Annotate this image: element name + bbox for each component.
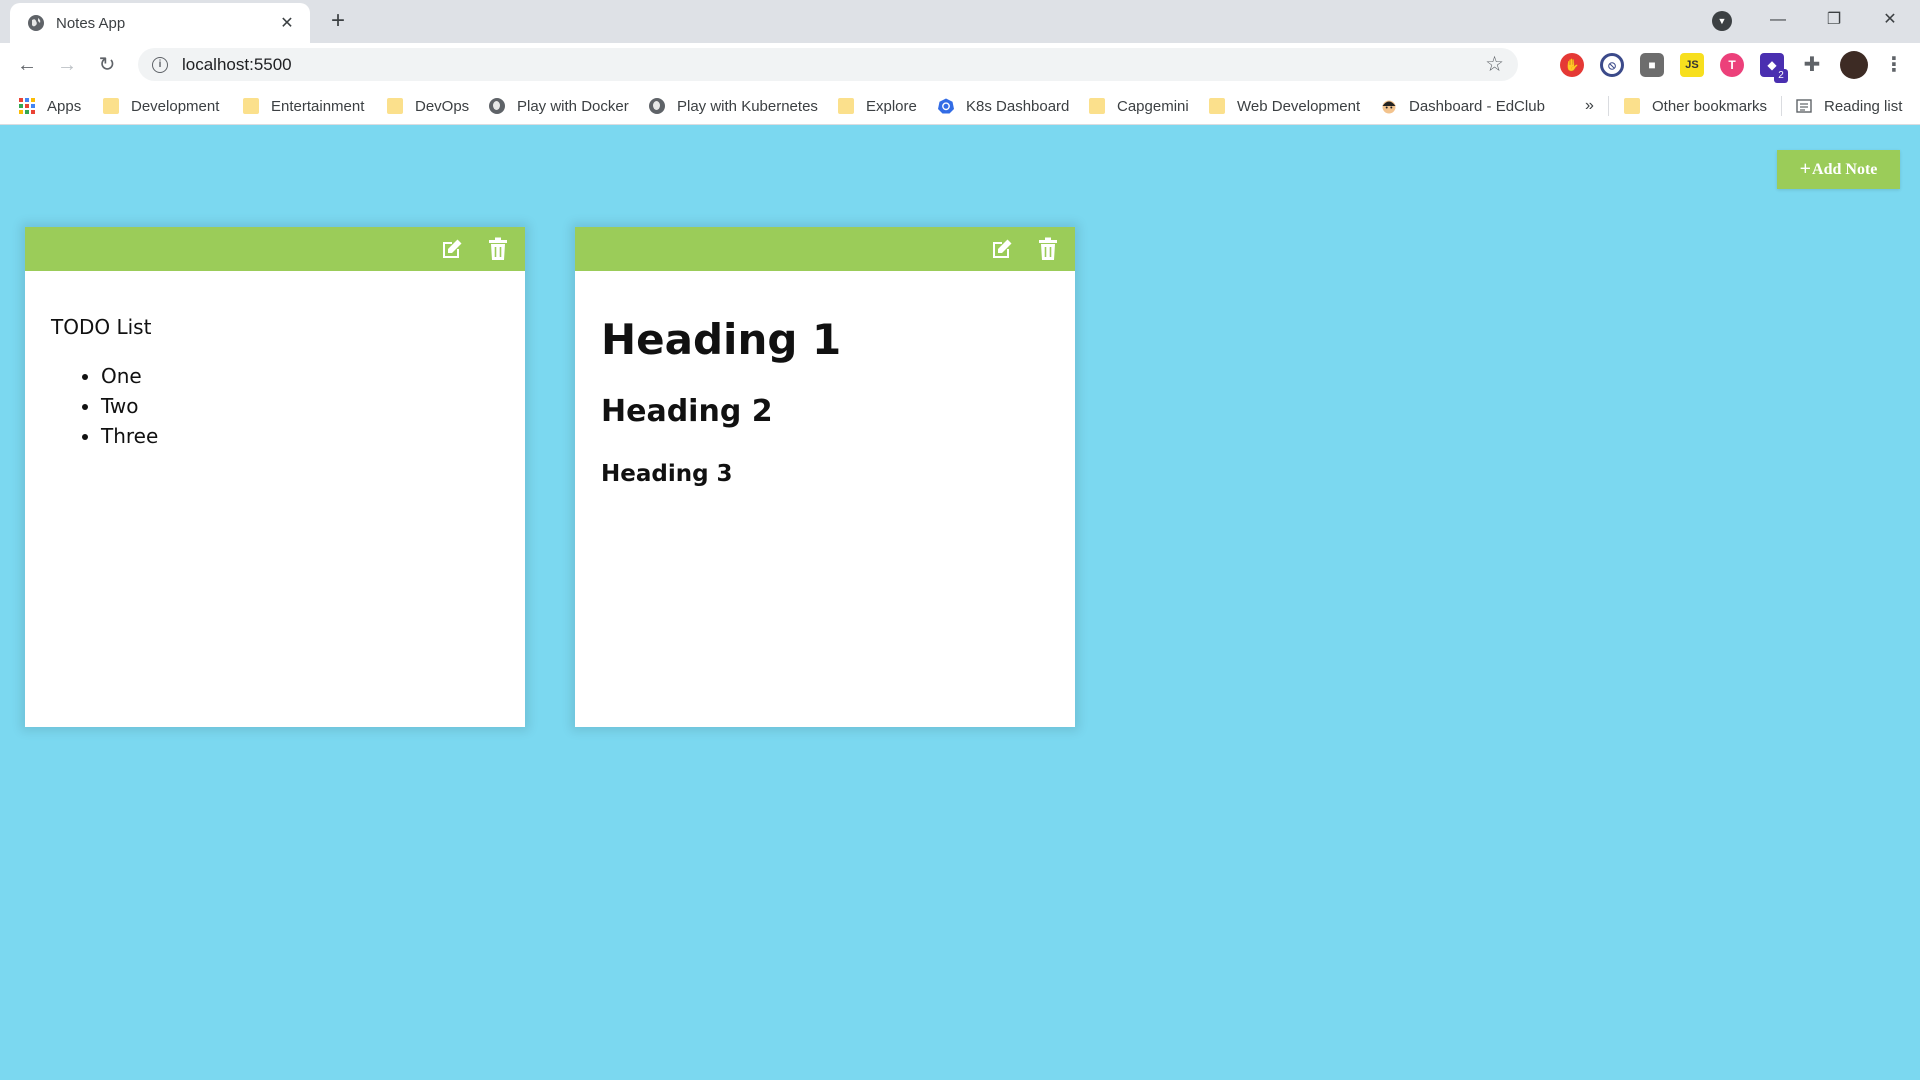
bookmark-label: Dashboard - EdClub (1409, 97, 1545, 115)
minimize-button[interactable]: — (1750, 0, 1806, 40)
note-heading-1: Heading 1 (601, 315, 842, 364)
puzzle-extensions-icon[interactable]: ✚ (1800, 53, 1824, 77)
note-paragraph: TODO List (51, 315, 152, 339)
js-extension-icon[interactable]: JS (1680, 53, 1704, 77)
bookmark-devops[interactable]: DevOps (387, 95, 469, 117)
back-arrow-icon[interactable]: ← (13, 51, 41, 79)
kubernetes-icon (938, 98, 954, 114)
reload-icon[interactable]: ↻ (93, 51, 121, 79)
folder-icon (103, 98, 119, 114)
bookmark-label: K8s Dashboard (966, 97, 1070, 115)
folder-icon (243, 98, 259, 114)
url-text: localhost:5500 (182, 54, 292, 74)
bookmark-play-with-docker[interactable]: Play with Docker (489, 95, 629, 117)
trash-icon[interactable] (1035, 236, 1061, 262)
note-list: One Two Three (51, 361, 499, 451)
tab-search-icon[interactable]: ▼ (1712, 11, 1732, 31)
bookmark-entertainment[interactable]: Entertainment (243, 95, 364, 117)
bookmark-label: Apps (47, 97, 82, 115)
tab-title: Notes App (56, 14, 126, 32)
adblock-extension-icon[interactable]: ✋ (1560, 53, 1584, 77)
t-extension-icon[interactable]: T (1720, 53, 1744, 77)
apps-grid-icon (19, 98, 35, 114)
reading-list-icon (1796, 99, 1812, 113)
bookmark-label: Other bookmarks (1652, 97, 1768, 115)
bookmark-web-development[interactable]: Web Development (1209, 95, 1360, 117)
reading-list-button[interactable]: Reading list (1796, 95, 1902, 117)
bookmark-separator (1781, 96, 1782, 116)
add-note-button[interactable]: + Add Note (1777, 150, 1900, 189)
block-extension-icon[interactable]: ⦸ (1600, 53, 1624, 77)
note-toolbar (25, 227, 525, 271)
bookmark-label: Explore (866, 97, 917, 115)
bookmark-label: Reading list (1824, 97, 1903, 115)
bookmark-play-with-kubernetes[interactable]: Play with Kubernetes (649, 95, 818, 117)
globe-icon (489, 98, 505, 114)
close-window-button[interactable]: ✕ (1862, 0, 1918, 40)
address-bar[interactable]: i localhost:5500 ☆ (138, 48, 1518, 81)
forward-arrow-icon[interactable]: → (53, 51, 81, 79)
browser-tab[interactable]: Notes App ✕ (10, 3, 310, 43)
globe-icon (649, 98, 665, 114)
list-item: Two (101, 391, 499, 421)
bookmark-label: Entertainment (271, 97, 365, 115)
bookmark-capgemini[interactable]: Capgemini (1089, 95, 1189, 117)
tab-strip: Notes App ✕ + ▼ — ❐ ✕ (0, 0, 1920, 43)
list-item: Three (101, 421, 499, 451)
bookmark-apps[interactable]: Apps (19, 95, 81, 117)
add-note-label: Add Note (1812, 160, 1878, 178)
bookmark-label: Play with Kubernetes (677, 97, 818, 115)
bookmark-development[interactable]: Development (103, 95, 219, 117)
new-tab-button[interactable]: + (324, 7, 352, 35)
bookmark-label: DevOps (415, 97, 470, 115)
bookmark-label: Play with Docker (517, 97, 629, 115)
plus-icon: + (1799, 158, 1812, 180)
globe-icon (28, 15, 44, 31)
site-info-icon[interactable]: i (152, 56, 168, 73)
note-card: Heading 1 Heading 2 Heading 3 (575, 227, 1075, 727)
folder-icon (838, 98, 854, 114)
bookmarks-bar: Apps Development Entertainment DevOps Pl… (0, 86, 1920, 125)
folder-icon (1624, 98, 1640, 114)
kebab-menu-icon[interactable]: ⋮ (1882, 53, 1906, 77)
bookmark-label: Development (131, 97, 220, 115)
bookmarks-overflow-button[interactable]: » (1585, 95, 1594, 117)
tab-close-icon[interactable]: ✕ (276, 13, 298, 33)
bookmark-label: Capgemini (1117, 97, 1189, 115)
profile-avatar[interactable] (1840, 51, 1868, 79)
folder-icon (1209, 98, 1225, 114)
folder-icon (387, 98, 403, 114)
edit-icon[interactable] (989, 236, 1015, 262)
extension-icon[interactable]: ■ (1640, 53, 1664, 77)
trash-icon[interactable] (485, 236, 511, 262)
extension-badge: 2 (1774, 69, 1788, 83)
edit-icon[interactable] (439, 236, 465, 262)
note-content: TODO List One Two Three (25, 271, 525, 495)
folder-icon (1089, 98, 1105, 114)
bookmark-explore[interactable]: Explore (838, 95, 917, 117)
list-item: One (101, 361, 499, 391)
note-heading-2: Heading 2 (601, 394, 773, 429)
note-heading-3: Heading 3 (601, 461, 733, 487)
browser-toolbar: ← → ↻ i localhost:5500 ☆ ✋ ⦸ ■ JS T ◆ 2 … (0, 43, 1920, 86)
note-content: Heading 1 Heading 2 Heading 3 (575, 271, 1075, 531)
bookmark-star-icon[interactable]: ☆ (1485, 52, 1504, 77)
note-toolbar (575, 227, 1075, 271)
bookmark-other-bookmarks[interactable]: Other bookmarks (1624, 95, 1767, 117)
bookmark-k8s-dashboard[interactable]: K8s Dashboard (938, 95, 1069, 117)
note-card: TODO List One Two Three (25, 227, 525, 727)
bookmark-separator (1608, 96, 1609, 116)
restore-button[interactable]: ❐ (1806, 0, 1862, 40)
edclub-icon (1382, 100, 1396, 114)
bookmark-label: Web Development (1237, 97, 1361, 115)
bookmark-dashboard-edclub[interactable]: Dashboard - EdClub (1381, 95, 1545, 117)
